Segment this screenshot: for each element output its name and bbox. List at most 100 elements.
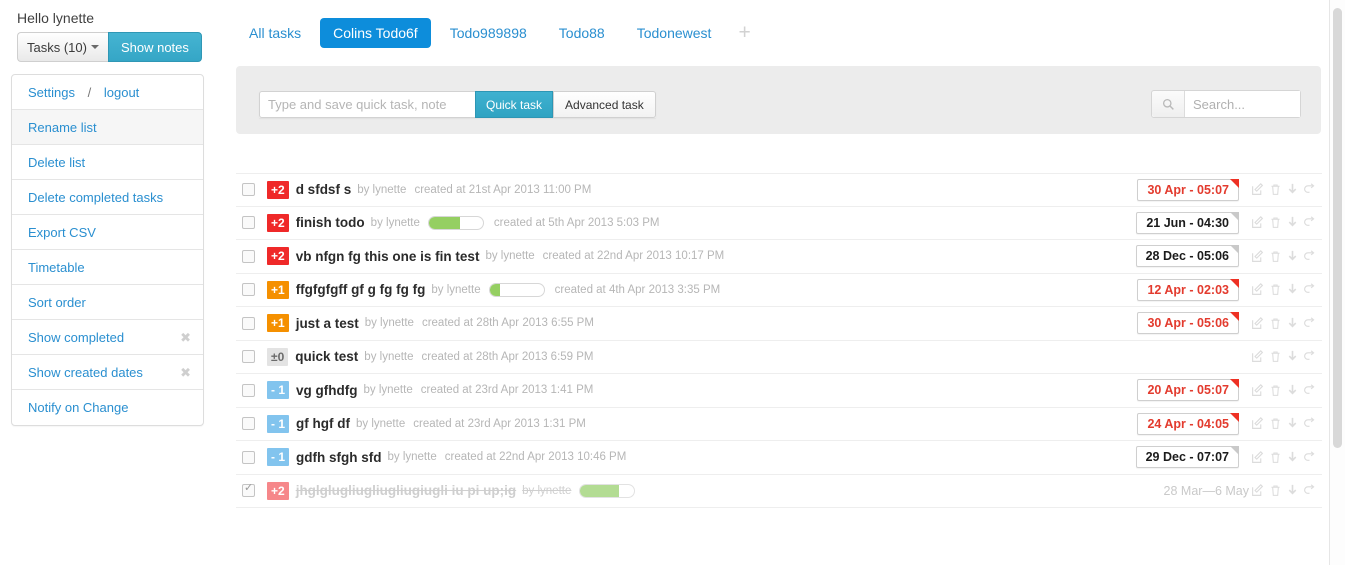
task-title[interactable]: just a test	[296, 316, 359, 331]
tab-all-tasks[interactable]: All tasks	[236, 18, 314, 48]
settings-link[interactable]: Settings	[28, 85, 75, 100]
edit-icon[interactable]	[1251, 484, 1264, 497]
sidebar-item-notify-on-change[interactable]: Notify on Change	[12, 390, 203, 425]
task-progress-bar[interactable]	[488, 282, 545, 297]
advanced-task-button[interactable]: Advanced task	[553, 91, 656, 118]
edit-icon[interactable]	[1251, 417, 1264, 430]
task-checkbox[interactable]	[242, 417, 255, 431]
trash-icon[interactable]	[1269, 384, 1282, 397]
due-date-badge[interactable]: 29 Dec - 07:07	[1135, 446, 1240, 469]
trash-icon[interactable]	[1269, 183, 1282, 196]
task-progress-bar[interactable]	[427, 215, 484, 230]
due-date-badge[interactable]: 28 Dec - 05:06	[1135, 245, 1240, 268]
edit-icon[interactable]	[1251, 316, 1264, 330]
share-icon[interactable]	[1303, 183, 1316, 196]
priority-badge[interactable]: +2	[267, 481, 289, 500]
close-icon[interactable]: ✖	[180, 320, 191, 355]
download-icon[interactable]	[1287, 350, 1298, 363]
download-icon[interactable]	[1287, 216, 1298, 229]
task-title[interactable]: vg gfhdfg	[296, 383, 357, 398]
sidebar-item-show-completed[interactable]: Show completed ✖	[12, 320, 203, 355]
task-checkbox[interactable]	[242, 383, 255, 397]
trash-icon[interactable]	[1269, 250, 1282, 263]
due-date-badge[interactable]: 12 Apr - 02:03	[1137, 278, 1239, 301]
quick-task-input[interactable]	[259, 91, 475, 118]
sidebar-item-rename-list[interactable]: Rename list	[12, 110, 203, 145]
sidebar-item-delete-list[interactable]: Delete list	[12, 145, 203, 180]
close-icon[interactable]: ✖	[180, 355, 191, 390]
quick-task-button[interactable]: Quick task	[475, 91, 554, 118]
edit-icon[interactable]	[1251, 249, 1264, 263]
task-checkbox[interactable]	[242, 482, 255, 498]
table-row[interactable]: +2 d sfdsf s by lynette created at 21st …	[236, 173, 1322, 207]
task-checkbox[interactable]	[242, 216, 255, 230]
priority-badge[interactable]: +1	[267, 314, 289, 333]
table-row[interactable]: +2 jhglglugliugliugliugiugli iu pi up;ig…	[236, 475, 1322, 508]
share-icon[interactable]	[1303, 250, 1316, 263]
priority-badge[interactable]: - 1	[267, 448, 290, 467]
scrollbar-thumb[interactable]	[1333, 8, 1342, 448]
sidebar-item-sort-order[interactable]: Sort order	[12, 285, 203, 320]
download-icon[interactable]	[1287, 317, 1298, 330]
table-row[interactable]: - 1 vg gfhdfg by lynette created at 23rd…	[236, 374, 1322, 408]
tasks-dropdown-button[interactable]: Tasks (10)	[17, 32, 108, 62]
task-checkbox[interactable]	[242, 350, 255, 364]
priority-badge[interactable]: ±0	[267, 347, 289, 366]
edit-icon[interactable]	[1251, 450, 1264, 464]
task-progress-bar[interactable]	[579, 483, 636, 498]
sidebar-item-timetable[interactable]: Timetable	[12, 250, 203, 285]
share-icon[interactable]	[1303, 283, 1316, 296]
share-icon[interactable]	[1303, 384, 1316, 397]
search-icon[interactable]	[1152, 91, 1185, 117]
due-date-badge[interactable]: 30 Apr - 05:06	[1137, 312, 1239, 335]
trash-icon[interactable]	[1269, 417, 1282, 430]
edit-icon[interactable]	[1251, 183, 1264, 196]
task-title[interactable]: finish todo	[296, 215, 365, 230]
tab-todonewest[interactable]: Todonewest	[624, 18, 725, 48]
table-row[interactable]: - 1 gf hgf df by lynette created at 23rd…	[236, 408, 1322, 441]
task-checkbox[interactable]	[242, 450, 255, 464]
show-notes-button[interactable]: Show notes	[107, 32, 202, 62]
trash-icon[interactable]	[1269, 484, 1282, 497]
table-row[interactable]: - 1 gdfh sfgh sfd by lynette created at …	[236, 441, 1322, 475]
task-checkbox[interactable]	[242, 183, 255, 197]
tab-todo989898[interactable]: Todo989898	[437, 18, 540, 48]
task-title[interactable]: vb nfgn fg this one is fin test	[296, 249, 480, 264]
add-list-icon[interactable]: +	[730, 22, 758, 43]
edit-icon[interactable]	[1251, 350, 1264, 363]
task-checkbox[interactable]	[242, 283, 255, 297]
trash-icon[interactable]	[1269, 216, 1282, 229]
priority-badge[interactable]: - 1	[267, 381, 290, 400]
download-icon[interactable]	[1287, 283, 1298, 296]
due-date-badge[interactable]: 20 Apr - 05:07	[1137, 379, 1239, 402]
download-icon[interactable]	[1287, 417, 1298, 430]
due-date-badge[interactable]: 24 Apr - 04:05	[1137, 412, 1239, 435]
download-icon[interactable]	[1287, 183, 1298, 196]
download-icon[interactable]	[1287, 451, 1298, 464]
task-title[interactable]: quick test	[295, 349, 358, 364]
search-input[interactable]	[1185, 91, 1300, 117]
tab-todo88[interactable]: Todo88	[546, 18, 618, 48]
edit-icon[interactable]	[1251, 216, 1264, 229]
logout-link[interactable]: logout	[104, 85, 139, 100]
edit-icon[interactable]	[1251, 383, 1264, 397]
table-row[interactable]: +2 finish todo by lynette created at 5th…	[236, 207, 1322, 240]
table-row[interactable]: +1 just a test by lynette created at 28t…	[236, 307, 1322, 341]
share-icon[interactable]	[1303, 350, 1316, 363]
trash-icon[interactable]	[1269, 283, 1282, 296]
share-icon[interactable]	[1303, 216, 1316, 229]
task-checkbox[interactable]	[242, 249, 255, 263]
due-date-badge[interactable]: 21 Jun - 04:30	[1136, 211, 1239, 234]
table-row[interactable]: +2 vb nfgn fg this one is fin test by ly…	[236, 240, 1322, 274]
download-icon[interactable]	[1287, 384, 1298, 397]
task-title[interactable]: jhglglugliugliugliugiugli iu pi up;ig	[296, 483, 516, 498]
share-icon[interactable]	[1303, 317, 1316, 330]
share-icon[interactable]	[1303, 451, 1316, 464]
trash-icon[interactable]	[1269, 350, 1282, 363]
share-icon[interactable]	[1303, 417, 1316, 430]
table-row[interactable]: ±0 quick test by lynette created at 28th…	[236, 341, 1322, 374]
sidebar-item-delete-completed-tasks[interactable]: Delete completed tasks	[12, 180, 203, 215]
sidebar-item-show-created-dates[interactable]: Show created dates ✖	[12, 355, 203, 390]
download-icon[interactable]	[1287, 250, 1298, 263]
priority-badge[interactable]: +2	[267, 180, 289, 199]
